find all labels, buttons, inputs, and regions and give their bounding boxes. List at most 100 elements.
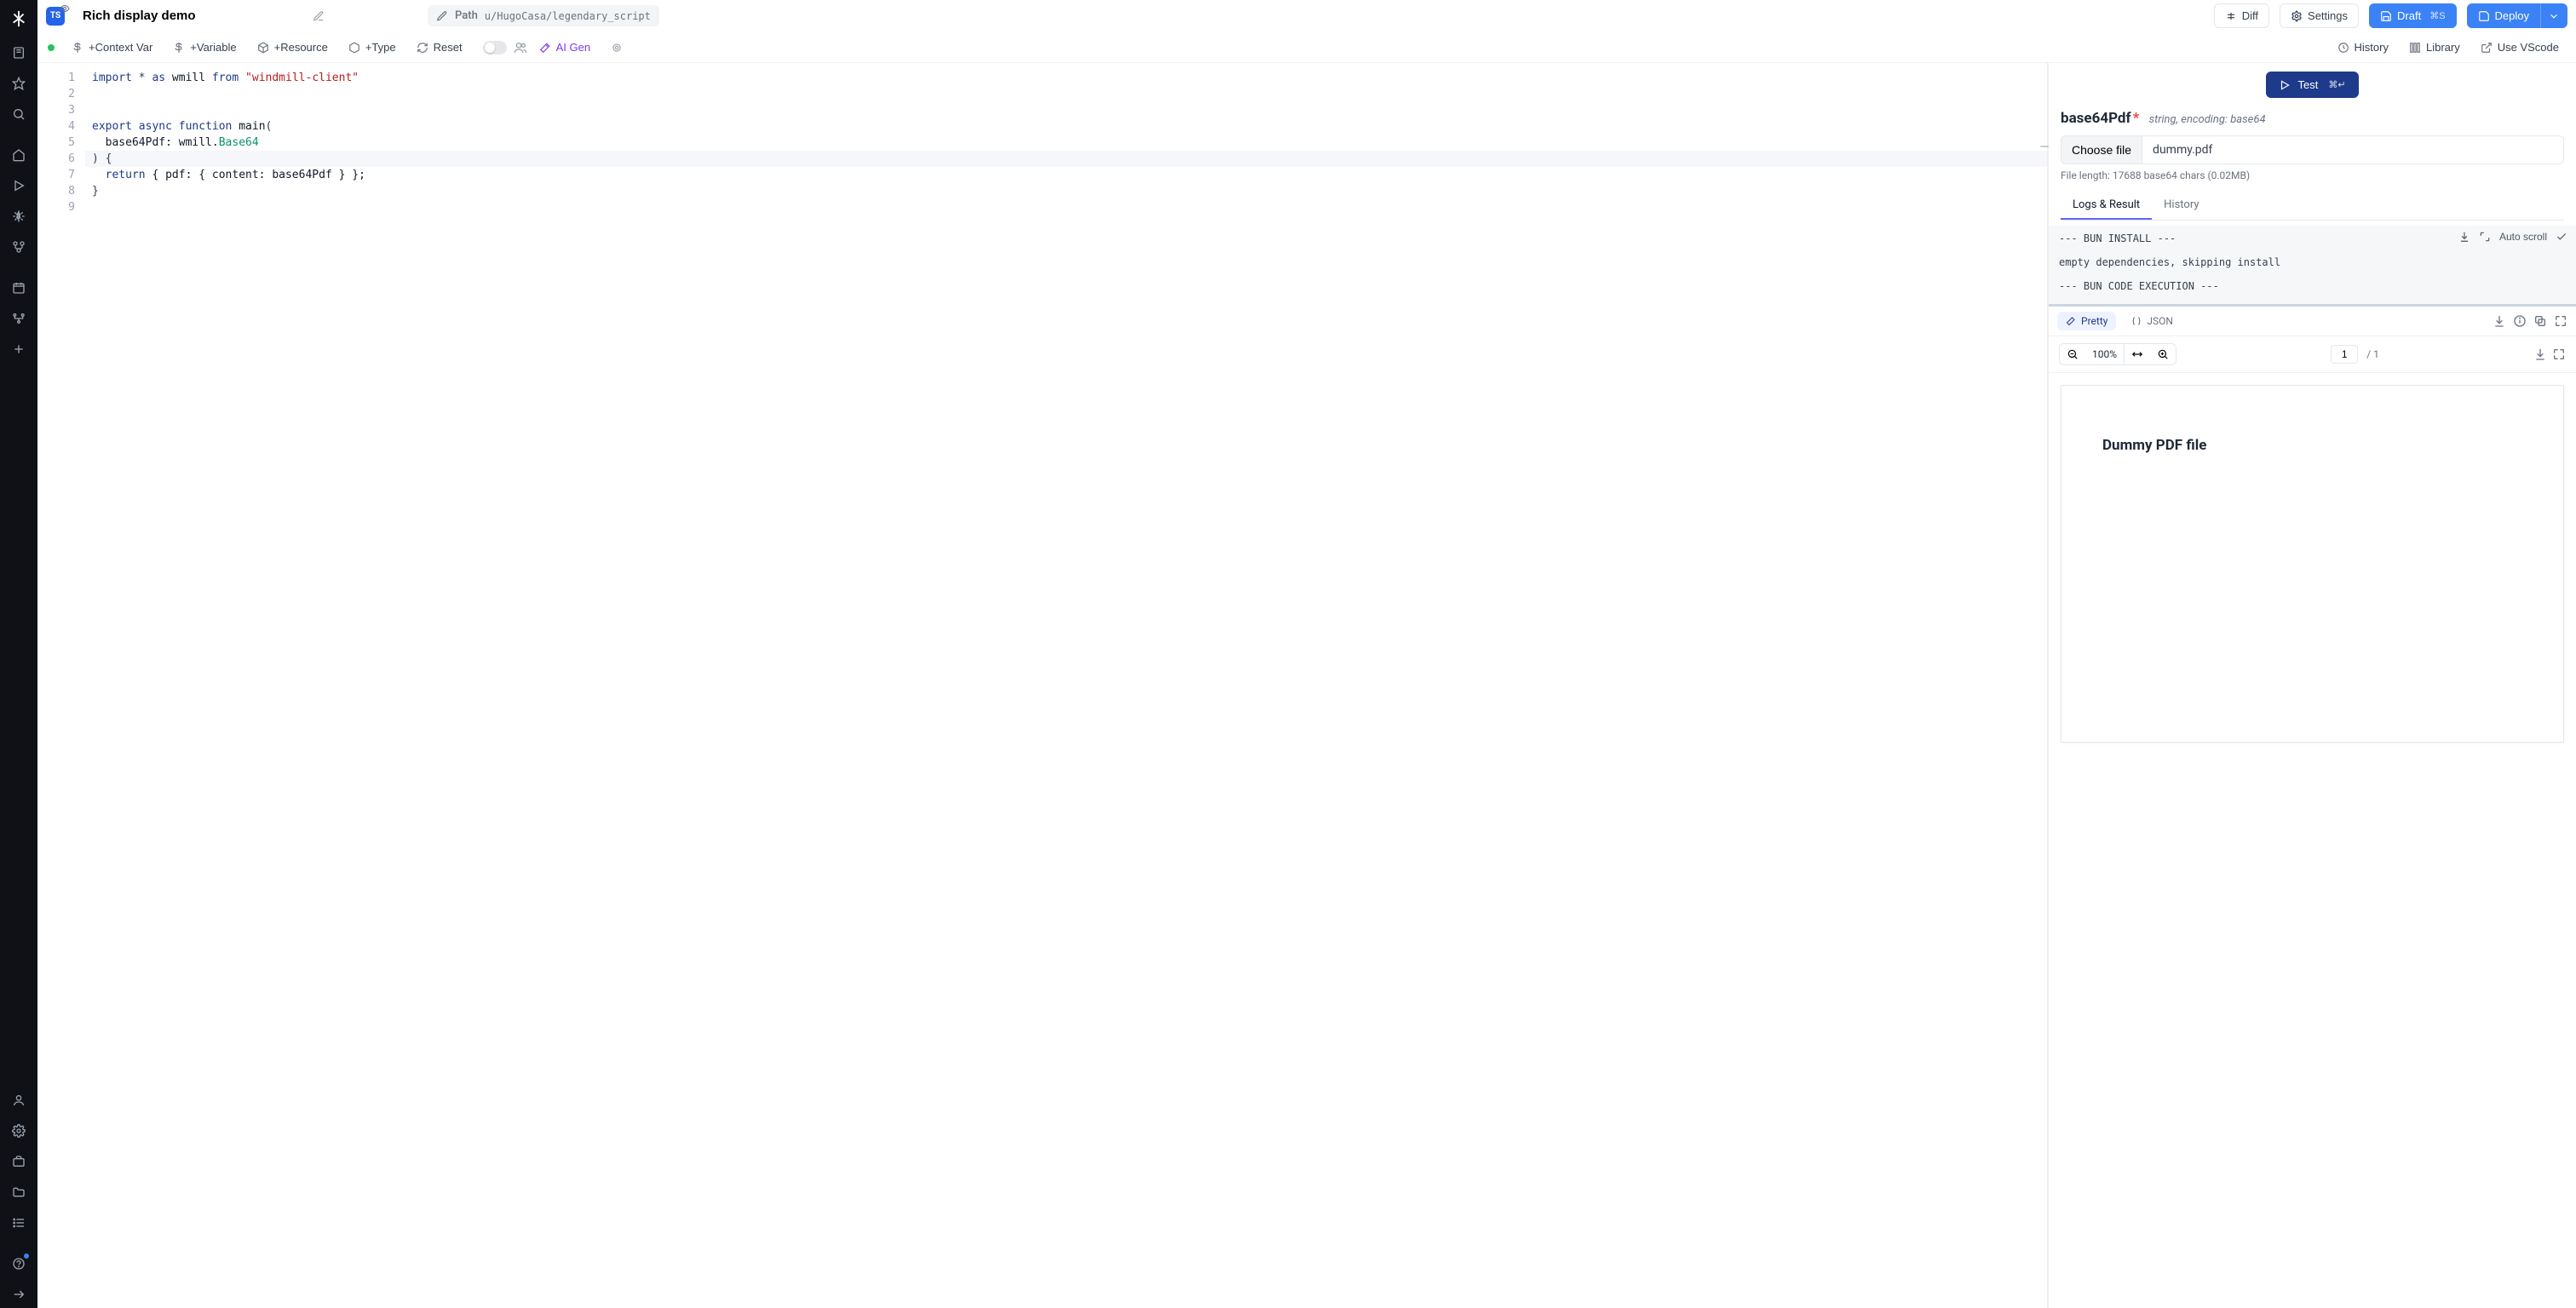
code-content[interactable]: import * as wmill from "windmill-client"… (85, 63, 2047, 1308)
sidebar-item-home[interactable] (5, 141, 32, 169)
sidebar-item-variables[interactable]: $ (5, 203, 32, 230)
autoscroll-label: Auto scroll (2499, 231, 2547, 243)
sidebar-item-star[interactable] (5, 70, 32, 97)
cube-icon (257, 42, 269, 54)
path-label: Path (455, 9, 478, 22)
wand-icon (2066, 316, 2076, 326)
file-name: dummy.pdf (2142, 136, 2563, 164)
windmill-logo-icon[interactable] (9, 9, 29, 29)
sidebar-item-runs[interactable] (5, 172, 32, 199)
download-logs-icon[interactable] (2458, 231, 2470, 243)
test-button[interactable]: Test ⌘↵ (2266, 72, 2358, 98)
pdf-toolbar: 100% / 1 (2049, 336, 2576, 373)
tab-logs-result[interactable]: Logs & Result (2061, 192, 2152, 220)
fullscreen-pdf-icon[interactable] (2552, 347, 2566, 361)
pencil-icon (436, 10, 448, 22)
fit-width-icon (2131, 348, 2143, 360)
download-pdf-icon[interactable] (2533, 347, 2547, 361)
ai-settings-button[interactable] (602, 37, 631, 58)
path-chip[interactable]: Path u/HugoCasa/legendary_script (428, 5, 659, 26)
header: TS Path u/HugoCasa/legendary_script Diff… (37, 0, 2576, 32)
sidebar-item-user[interactable] (5, 1087, 32, 1114)
deploy-button[interactable]: Deploy (2467, 3, 2540, 28)
typescript-badge-icon: TS (46, 7, 65, 26)
result-tabs: Pretty JSON (2049, 307, 2576, 336)
fit-width-button[interactable] (2125, 344, 2150, 364)
history-button[interactable]: History (2329, 37, 2397, 58)
download-result-icon[interactable] (2493, 314, 2506, 328)
test-kbd: ⌘↵ (2328, 79, 2345, 90)
variable-button[interactable]: +Variable (164, 37, 244, 58)
draft-button[interactable]: Draft ⌘S (2369, 3, 2457, 28)
pdf-page: Dummy PDF file (2061, 385, 2564, 743)
ai-gen-button[interactable]: AI Gen (531, 37, 599, 58)
zoom-out-button[interactable] (2060, 344, 2085, 364)
type-button[interactable]: +Type (340, 37, 405, 58)
deploy-label: Deploy (2495, 9, 2529, 22)
param-type: string, encoding: base64 (2149, 113, 2266, 126)
deploy-dropdown-button[interactable] (2540, 3, 2567, 28)
script-title-input[interactable] (83, 9, 304, 23)
sidebar-item-list[interactable] (5, 1209, 32, 1236)
gear-icon (2291, 10, 2303, 22)
pdf-page-input[interactable] (2331, 345, 2358, 364)
split-drag-handle-icon[interactable] (2038, 136, 2050, 157)
result-tab-pretty[interactable]: Pretty (2057, 312, 2116, 330)
context-var-button[interactable]: +Context Var (63, 37, 161, 58)
use-vscode-button[interactable]: Use VScode (2472, 37, 2567, 58)
diff-button[interactable]: Diff (2214, 3, 2269, 28)
wand-icon (539, 42, 551, 54)
pencil-icon[interactable] (313, 10, 325, 22)
gear-icon (611, 42, 623, 54)
svg-text:$: $ (16, 213, 20, 221)
reset-button[interactable]: Reset (408, 37, 471, 58)
deploy-icon (2478, 10, 2490, 22)
expand-icon[interactable] (2479, 231, 2491, 243)
sidebar-item-workspace[interactable] (5, 1148, 32, 1175)
choose-file-button[interactable]: Choose file (2061, 136, 2142, 164)
pdf-page-total: / 1 (2366, 348, 2379, 360)
pdf-viewport[interactable]: Dummy PDF file (2049, 373, 2576, 1308)
check-icon (2556, 231, 2567, 243)
left-sidebar: $ (0, 0, 37, 1308)
expand-result-icon[interactable] (2554, 314, 2567, 328)
draft-kbd: ⌘S (2429, 10, 2445, 21)
code-editor[interactable]: 123456789 import * as wmill from "windmi… (37, 63, 2048, 1308)
draft-label: Draft (2397, 9, 2421, 22)
tab-history[interactable]: History (2152, 192, 2211, 220)
library-icon (2409, 42, 2421, 54)
assistant-toggle[interactable] (483, 41, 507, 54)
dollar-icon (173, 42, 185, 54)
settings-label: Settings (2308, 9, 2348, 22)
sidebar-item-resources[interactable] (5, 233, 32, 261)
zoom-in-icon (2157, 348, 2169, 360)
play-icon (2279, 79, 2291, 91)
external-link-icon (2481, 42, 2493, 54)
save-icon (2380, 10, 2392, 22)
sidebar-item-book[interactable] (5, 39, 32, 66)
sidebar-item-flows[interactable] (5, 305, 32, 332)
file-meta: File length: 17688 base64 chars (0.02MB) (2061, 169, 2564, 181)
resource-button[interactable]: +Resource (249, 37, 336, 58)
editor-toolbar: +Context Var +Variable +Resource +Type R… (37, 32, 2576, 63)
test-label: Test (2297, 78, 2318, 91)
pdf-heading: Dummy PDF file (2102, 437, 2522, 454)
zoom-in-button[interactable] (2150, 344, 2176, 364)
diff-icon (2225, 10, 2237, 22)
refresh-icon (417, 42, 428, 54)
library-button[interactable]: Library (2401, 37, 2469, 58)
sidebar-item-search[interactable] (5, 100, 32, 128)
sidebar-item-settings[interactable] (5, 1117, 32, 1144)
logs-pane: Auto scroll --- BUN INSTALL --- empty de… (2049, 226, 2576, 307)
settings-button[interactable]: Settings (2280, 3, 2359, 28)
sidebar-item-folder[interactable] (5, 1179, 32, 1206)
file-input-row: Choose file dummy.pdf (2061, 135, 2564, 164)
info-icon[interactable] (2513, 314, 2527, 328)
sidebar-item-add[interactable] (5, 336, 32, 363)
sidebar-item-collapse[interactable] (5, 1281, 32, 1308)
copy-icon[interactable] (2533, 314, 2547, 328)
sidebar-item-schedules[interactable] (5, 274, 32, 301)
result-tab-json[interactable]: JSON (2123, 312, 2182, 330)
sidebar-item-help[interactable] (5, 1250, 32, 1277)
param-name: base64Pdf* (2061, 110, 2139, 127)
